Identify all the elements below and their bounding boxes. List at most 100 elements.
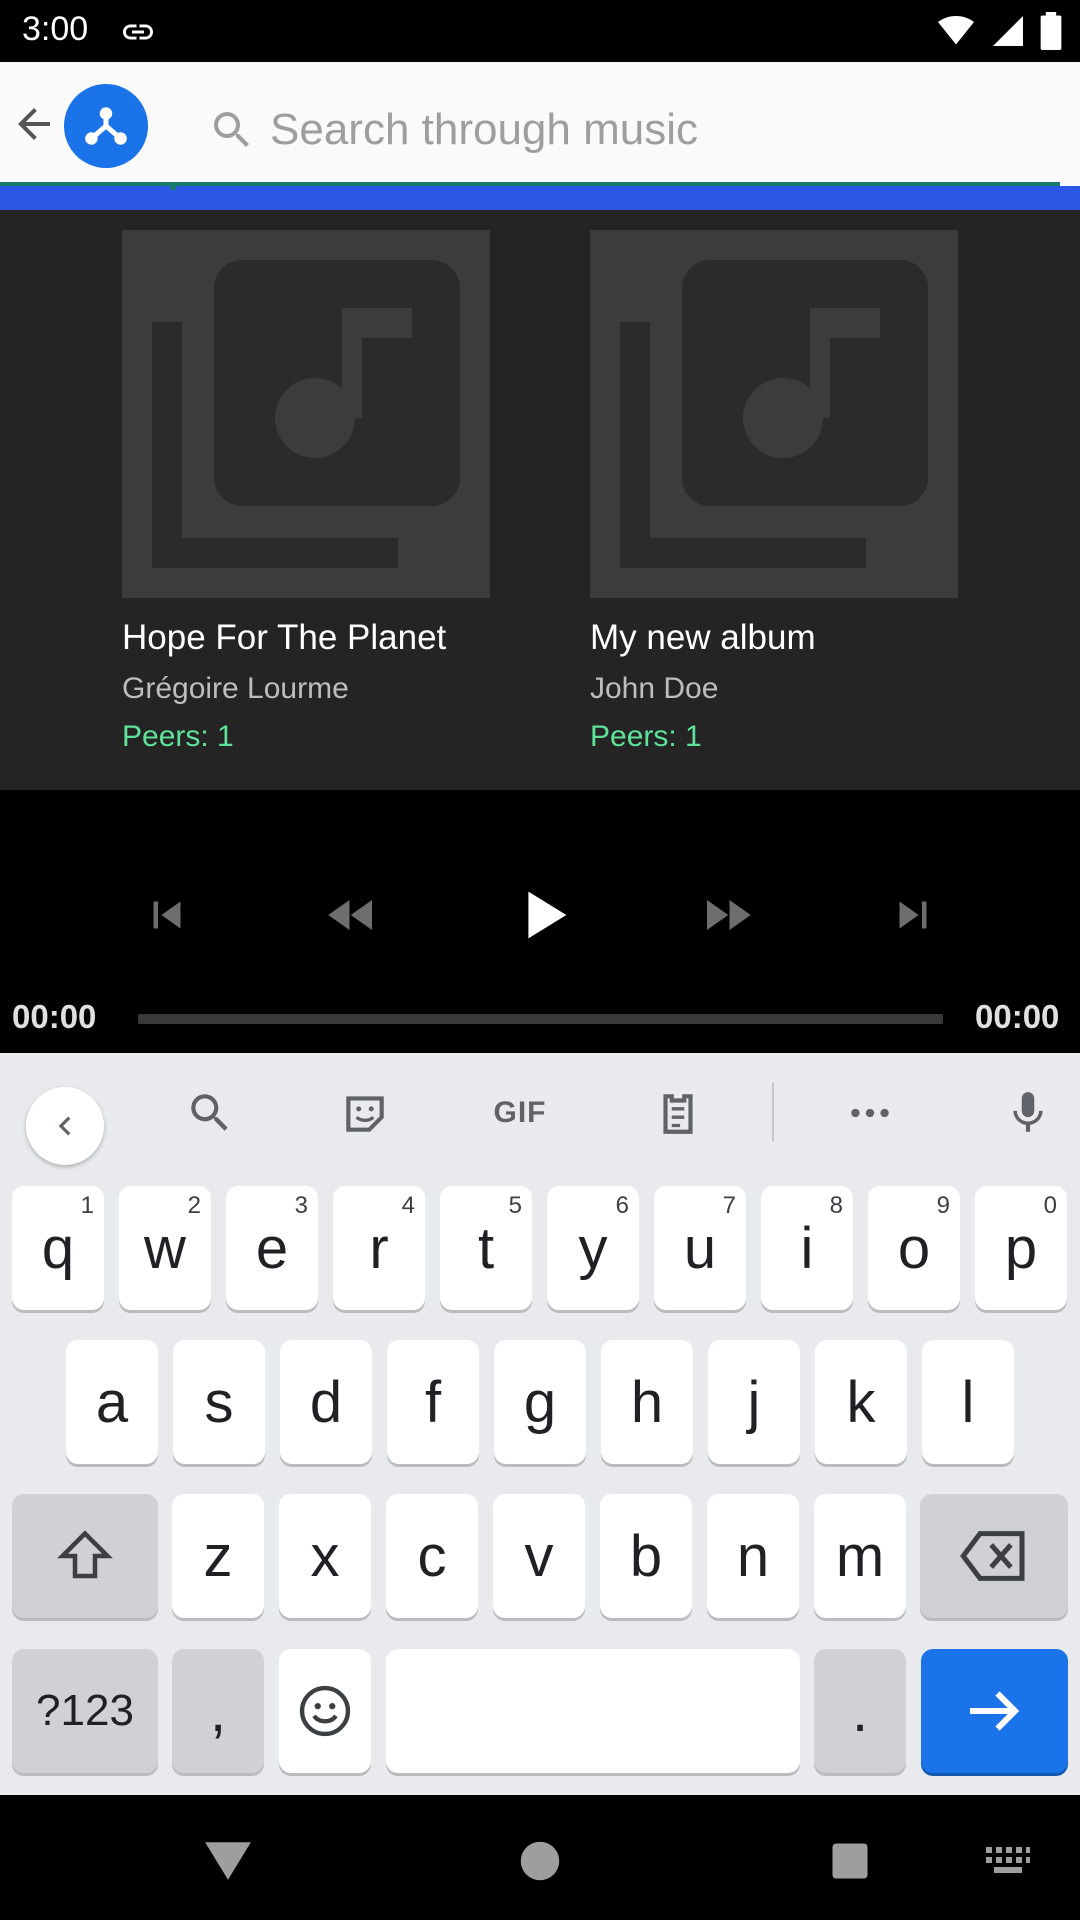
key-o[interactable]: o9 <box>868 1186 960 1310</box>
back-button[interactable] <box>6 96 62 152</box>
search-icon <box>208 106 256 154</box>
album-peers: Peers: 1 <box>590 720 702 753</box>
key-number-hint: 7 <box>722 1192 736 1219</box>
music-library-icon <box>152 260 460 568</box>
key-p[interactable]: p0 <box>975 1186 1067 1310</box>
key-v[interactable]: v <box>493 1494 585 1618</box>
key-u[interactable]: u7 <box>654 1186 746 1310</box>
play-button[interactable] <box>498 870 588 960</box>
key-h[interactable]: h <box>601 1340 693 1464</box>
key-e[interactable]: e3 <box>226 1186 318 1310</box>
album-artist: John Doe <box>590 672 719 705</box>
search-icon <box>191 1094 228 1131</box>
nav-back-triangle-icon <box>205 1842 251 1880</box>
backspace-key[interactable] <box>920 1494 1068 1618</box>
rewind-button[interactable] <box>307 870 397 960</box>
album-art <box>590 230 958 598</box>
key-t[interactable]: t5 <box>440 1186 532 1310</box>
key-label: e <box>255 1215 289 1281</box>
voice-input-button[interactable] <box>998 1083 1058 1143</box>
microphone-icon <box>1013 1092 1043 1132</box>
elapsed-time: 00:00 <box>12 998 97 1035</box>
key-i[interactable]: i8 <box>761 1186 853 1310</box>
nav-back-button[interactable] <box>198 1831 258 1891</box>
key-j[interactable]: j <box>708 1340 800 1464</box>
key-label: y <box>578 1215 608 1281</box>
arrow-back-icon <box>18 108 50 140</box>
album-card[interactable]: Hope For The Planet Grégoire Lourme Peer… <box>122 230 490 754</box>
key-label: t <box>477 1215 495 1281</box>
key-s[interactable]: s <box>173 1340 265 1464</box>
key-l[interactable]: l <box>922 1340 1014 1464</box>
chevron-left-icon <box>58 1116 71 1136</box>
album-grid: Hope For The Planet Grégoire Lourme Peer… <box>0 210 1080 790</box>
key-c[interactable]: c <box>386 1494 478 1618</box>
search-input[interactable] <box>270 105 1010 155</box>
period-key[interactable]: . <box>814 1649 906 1773</box>
album-card[interactable]: My new album John Doe Peers: 1 <box>590 230 958 754</box>
key-g[interactable]: g <box>494 1340 586 1464</box>
nav-recents-button[interactable] <box>820 1831 880 1891</box>
album-title: Hope For The Planet <box>122 618 447 657</box>
enter-key[interactable] <box>921 1649 1068 1773</box>
key-w[interactable]: w2 <box>119 1186 211 1310</box>
seek-bar[interactable] <box>138 1014 943 1024</box>
key-f[interactable]: f <box>387 1340 479 1464</box>
skip-previous-button[interactable] <box>122 870 212 960</box>
keyboard-switch-button[interactable] <box>978 1831 1038 1891</box>
key-n[interactable]: n <box>707 1494 799 1618</box>
key-r[interactable]: r4 <box>333 1186 425 1310</box>
key-k[interactable]: k <box>815 1340 907 1464</box>
play-icon <box>528 891 567 939</box>
skip-next-button[interactable] <box>868 870 958 960</box>
sticker-button[interactable] <box>335 1083 395 1143</box>
skip-next-icon <box>899 901 927 929</box>
key-number-hint: 4 <box>401 1192 415 1219</box>
key-d[interactable]: d <box>280 1340 372 1464</box>
nav-recents-square-icon <box>832 1843 868 1879</box>
key-z[interactable]: z <box>172 1494 264 1618</box>
fast-forward-icon <box>707 900 751 930</box>
key-label: w <box>144 1215 186 1281</box>
key-a[interactable]: a <box>66 1340 158 1464</box>
key-number-hint: 0 <box>1043 1192 1057 1219</box>
total-time: 00:00 <box>975 998 1060 1035</box>
key-number-hint: 5 <box>508 1192 522 1219</box>
key-b[interactable]: b <box>600 1494 692 1618</box>
key-label: u <box>683 1215 717 1281</box>
symbols-key[interactable]: ?123 <box>12 1649 158 1773</box>
gif-button[interactable]: GIF <box>490 1083 550 1143</box>
key-y[interactable]: y6 <box>547 1186 639 1310</box>
key-label: i <box>800 1215 814 1281</box>
album-artist: Grégoire Lourme <box>122 672 349 705</box>
keyboard-search-button[interactable] <box>180 1083 240 1143</box>
fast-forward-button[interactable] <box>682 870 772 960</box>
keyboard-icon <box>986 1847 1030 1873</box>
collapse-toolbar-button[interactable] <box>26 1087 104 1165</box>
more-options-button[interactable] <box>840 1083 900 1143</box>
key-number-hint: 9 <box>936 1192 950 1219</box>
wifi-icon <box>936 13 976 54</box>
key-x[interactable]: x <box>279 1494 371 1618</box>
keyboard-toolbar: GIF <box>0 1053 1080 1171</box>
emoji-key[interactable] <box>279 1649 371 1773</box>
key-label: q <box>41 1215 75 1281</box>
key-number-hint: 8 <box>829 1192 843 1219</box>
rewind-icon <box>328 900 372 930</box>
nav-home-button[interactable] <box>510 1831 570 1891</box>
skip-previous-icon <box>153 901 181 929</box>
key-q[interactable]: q1 <box>12 1186 104 1310</box>
search-bar <box>208 100 1028 160</box>
key-m[interactable]: m <box>814 1494 906 1618</box>
emoji-icon <box>299 1685 351 1737</box>
shift-key[interactable] <box>12 1494 158 1618</box>
clipboard-button[interactable] <box>648 1083 708 1143</box>
app-logo-button[interactable] <box>64 84 148 168</box>
nav-home-circle-icon <box>520 1841 560 1881</box>
key-number-hint: 6 <box>615 1192 629 1219</box>
arrow-right-icon <box>969 1691 1019 1731</box>
backspace-icon <box>960 1531 1025 1581</box>
comma-key[interactable]: , <box>172 1649 264 1773</box>
navigation-bar <box>0 1795 1080 1920</box>
space-key[interactable] <box>386 1649 800 1773</box>
